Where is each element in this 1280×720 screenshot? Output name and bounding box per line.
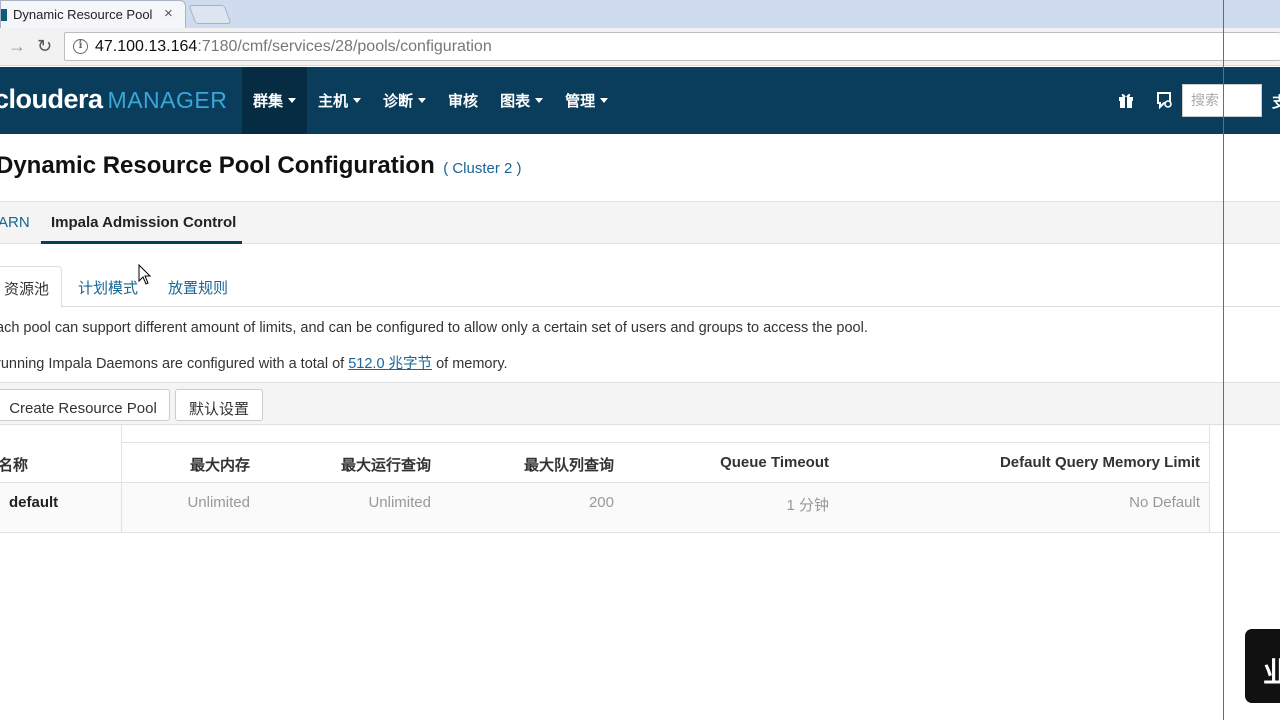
- nav-charts-label: 图表: [500, 93, 531, 110]
- url-text: 47.100.13.164:7180/cmf/services/28/pools…: [95, 38, 492, 56]
- cell-queue-timeout: 1 分钟: [786, 497, 829, 514]
- memory-description-prefix: running Impala Daemons are configured wi…: [0, 356, 345, 372]
- table-row[interactable]: default Unlimited Unlimited 200 1 分钟 No …: [0, 483, 1210, 532]
- total-memory-link[interactable]: 512.0 兆字节: [348, 356, 432, 372]
- service-tabs: ARN Impala Admission Control: [0, 201, 1280, 244]
- logo-cloudera-text: cloudera: [0, 84, 103, 114]
- create-resource-pool-button[interactable]: Create Resource Pool: [0, 389, 170, 421]
- pool-name[interactable]: default: [9, 494, 58, 511]
- favicon-icon: [1, 9, 7, 21]
- url-path: :7180/cmf/services/28/pools/configuratio…: [197, 38, 492, 55]
- tab-scheduling-mode[interactable]: 计划模式: [78, 266, 138, 307]
- nav-hosts[interactable]: 主机: [307, 67, 372, 134]
- page-title: Dynamic Resource Pool Configuration ( Cl…: [0, 152, 522, 180]
- pool-description: ach pool can support different amount of…: [0, 320, 868, 336]
- new-tab-button[interactable]: [188, 5, 232, 24]
- nav-administration[interactable]: 管理: [554, 67, 619, 134]
- browser-tab-title: Dynamic Resource Pool: [13, 7, 153, 22]
- col-header-queue-timeout[interactable]: Queue Timeout: [680, 454, 829, 471]
- tab-yarn[interactable]: ARN: [0, 214, 30, 231]
- red-guide-line: [1223, 0, 1224, 720]
- nav-audits-label: 审核: [448, 93, 479, 110]
- column-divider: [121, 425, 122, 532]
- watermark-badge: 业: [1245, 629, 1280, 703]
- memory-description: running Impala Daemons are configured wi…: [0, 352, 508, 373]
- url-host: 47.100.13.164: [95, 38, 198, 55]
- info-icon[interactable]: i: [73, 39, 88, 54]
- caret-down-icon: [600, 98, 609, 103]
- browser-toolbar: → ↻ i 47.100.13.164:7180/cmf/services/28…: [0, 28, 1280, 66]
- col-header-name[interactable]: 名称: [0, 454, 28, 475]
- col-header-default-query-memory-limit[interactable]: Default Query Memory Limit: [950, 454, 1200, 471]
- table-group-header: [121, 425, 1209, 443]
- search-input[interactable]: [1182, 84, 1262, 117]
- gift-icon[interactable]: [1118, 92, 1134, 108]
- table-header-row: 名称 最大内存 最大运行查询 最大队列查询 Queue Timeout Defa…: [0, 443, 1210, 483]
- cell-max-running-queries: Unlimited: [368, 494, 431, 511]
- tab-resource-pools[interactable]: 资源池: [0, 266, 62, 308]
- column-divider: [1209, 425, 1210, 532]
- mouse-cursor-icon: [138, 264, 152, 285]
- caret-down-icon: [288, 98, 297, 103]
- support-menu-label[interactable]: 支: [1272, 91, 1280, 112]
- forward-icon[interactable]: →: [8, 36, 26, 57]
- close-icon[interactable]: ×: [164, 5, 173, 22]
- logo-manager-text: MANAGER: [107, 87, 228, 113]
- col-header-max-memory[interactable]: 最大内存: [150, 454, 250, 475]
- nav-charts[interactable]: 图表: [489, 67, 554, 134]
- default-settings-button[interactable]: 默认设置: [175, 389, 263, 421]
- cloudera-logo[interactable]: cloudera MANAGER: [0, 84, 227, 115]
- nav-clusters-label: 群集: [253, 93, 284, 110]
- browser-tab[interactable]: Dynamic Resource Pool ×: [0, 0, 186, 28]
- caret-down-icon: [353, 98, 362, 103]
- page-title-text: Dynamic Resource Pool Configuration: [0, 152, 435, 179]
- cell-default-query-memory-limit: No Default: [1129, 494, 1200, 511]
- nav-diagnostics[interactable]: 诊断: [372, 67, 437, 134]
- memory-description-suffix: of memory.: [436, 356, 508, 372]
- resource-pool-table: 名称 最大内存 最大运行查询 最大队列查询 Queue Timeout Defa…: [0, 425, 1280, 533]
- cell-max-queued-queries: 200: [588, 494, 614, 511]
- browser-tab-strip: Dynamic Resource Pool ×: [0, 0, 1280, 28]
- pool-config-tabs: 资源池 计划模式 放置规则: [0, 266, 1280, 308]
- active-tab-indicator: [41, 241, 242, 244]
- pool-toolbar: Create Resource Pool 默认设置: [0, 382, 1280, 425]
- col-header-max-queued-queries[interactable]: 最大队列查询: [480, 454, 614, 475]
- address-bar[interactable]: i 47.100.13.164:7180/cmf/services/28/poo…: [64, 32, 1280, 61]
- tab-placement-rules[interactable]: 放置规则: [168, 266, 228, 307]
- app-header: clouderaMANAGER 群集 主机 诊断 审核 图表 管理 支: [0, 67, 1280, 134]
- nav-clusters[interactable]: 群集: [242, 67, 308, 134]
- reload-icon[interactable]: ↻: [37, 36, 52, 57]
- caret-down-icon: [418, 98, 427, 103]
- tab-impala-admission-control[interactable]: Impala Admission Control: [51, 214, 236, 231]
- nav-diagnostics-label: 诊断: [383, 93, 414, 110]
- cell-max-memory: Unlimited: [187, 494, 250, 511]
- nav-administration-label: 管理: [565, 93, 596, 110]
- nav-hosts-label: 主机: [318, 93, 349, 110]
- col-header-max-running-queries[interactable]: 最大运行查询: [300, 454, 431, 475]
- caret-down-icon: [535, 98, 544, 103]
- top-nav: 群集 主机 诊断 审核 图表 管理: [242, 67, 619, 134]
- support-icon[interactable]: [1155, 91, 1173, 109]
- cluster-link[interactable]: ( Cluster 2 ): [443, 160, 521, 177]
- table-bottom-border: [0, 532, 1280, 533]
- nav-audits[interactable]: 审核: [437, 67, 489, 134]
